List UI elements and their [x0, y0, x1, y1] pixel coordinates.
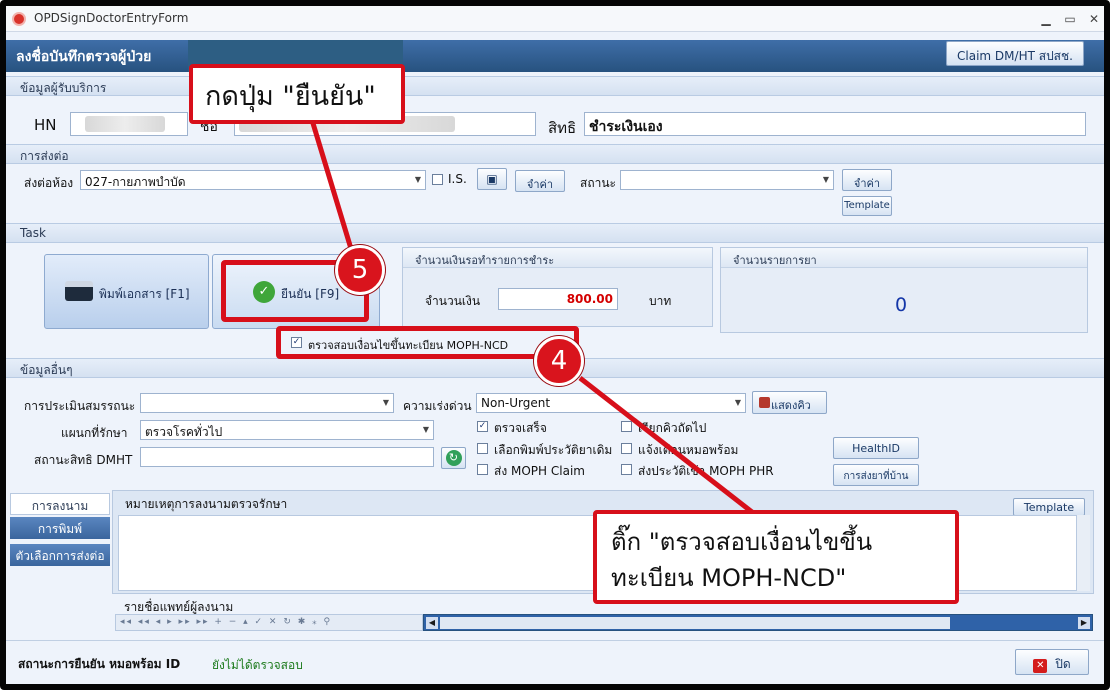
chevron-down-icon: ▼ [734, 398, 741, 407]
dept-label: แผนกที่รักษา [61, 426, 128, 440]
refresh-dmht-button[interactable]: ↻ [441, 447, 466, 469]
patient-section-header: ข้อมูลผู้รับบริการ [6, 76, 1104, 96]
send-moph-phr-checkbox[interactable] [621, 464, 632, 475]
task-section-header: Task [6, 223, 1104, 243]
window-title: OPDSignDoctorEntryForm [34, 11, 189, 25]
referral-template-button[interactable]: Template [842, 196, 892, 216]
close-window-button[interactable]: ✕ [1084, 9, 1104, 29]
step5-instruction: กดปุ่ม "ยืนยัน" [189, 64, 405, 124]
drug-panel-title: จำนวนรายการยา [721, 248, 1087, 268]
check-done-checkbox[interactable]: ✓ [477, 421, 488, 432]
show-queue-label: แสดงคิว [771, 399, 811, 412]
check-done-label: ตรวจเสร็จ [494, 421, 547, 435]
call-next-queue-label: เรียกคิวถัดไป [638, 421, 707, 435]
document-search-icon: ▣ [486, 172, 498, 186]
send-moph-claim-label: ส่ง MOPH Claim [494, 464, 585, 478]
assessment-select[interactable]: ▼ [140, 393, 394, 413]
chevron-down-icon: ▼ [382, 398, 389, 407]
hn-field[interactable] [70, 112, 188, 136]
notes-scrollbar[interactable] [1076, 515, 1090, 591]
print-button-label: พิมพ์เอกสาร [F1] [99, 287, 190, 301]
tab-referral-options[interactable]: ตัวเลือกการส่งต่อ [10, 544, 110, 566]
payment-panel: จำนวนเงินรอทำรายการชำระ จำนวนเงิน 800.00… [402, 247, 713, 327]
doctor-grid-hscrollbar[interactable]: ◀ ▶ [423, 614, 1093, 631]
step4-line1: ติ๊ก "ตรวจสอบเงื่อนไขขึ้น [611, 528, 873, 556]
room-value: 027-กายภาพบำบัด [85, 175, 186, 189]
step4-instruction: ติ๊ก "ตรวจสอบเงื่อนไขขึ้น ทะเบียน MOPH-N… [593, 510, 959, 604]
print-documents-button[interactable]: พิมพ์เอกสาร [F1] [44, 254, 209, 329]
right-label: สิทธิ [548, 119, 577, 137]
minimize-button[interactable]: ▁ [1036, 9, 1056, 29]
refresh-icon: ↻ [445, 450, 462, 466]
hn-redacted [85, 116, 165, 132]
status-bar: สถานะการยืนยัน หมอพร้อม ID ยังไม่ได้ตรวจ… [6, 640, 1104, 684]
urgency-select[interactable]: Non-Urgent ▼ [476, 393, 746, 413]
is-label: I.S. [448, 172, 467, 186]
amount-label: จำนวนเงิน [425, 294, 481, 308]
tab-signing[interactable]: การลงนาม [10, 493, 110, 515]
send-moph-claim-checkbox[interactable] [477, 464, 488, 475]
drug-count-panel: จำนวนรายการยา 0 [720, 247, 1088, 333]
step4-line2: ทะเบียน MOPH-NCD" [611, 564, 847, 592]
show-queue-button[interactable]: แสดงคิว [752, 391, 827, 414]
notes-template-button[interactable]: Template [1013, 498, 1085, 516]
notes-label: หมายเหตุการลงนามตรวจรักษา [125, 497, 288, 511]
referral-section-header: การส่งต่อ [6, 144, 1104, 164]
tab-printing[interactable]: การพิมพ์ [10, 517, 110, 539]
close-icon: ✕ [1033, 659, 1048, 673]
page-title: ลงชื่อบันทึกตรวจผู้ป่วย [16, 49, 152, 65]
chevron-down-icon: ▼ [822, 175, 829, 184]
claim-dmht-button[interactable]: Claim DM/HT สปสช. [946, 41, 1084, 66]
ncd-highlight-box [276, 326, 579, 359]
urgency-value: Non-Urgent [481, 396, 551, 410]
amount-field: 800.00 [498, 288, 618, 310]
drug-count-value: 0 [895, 294, 908, 316]
dept-select[interactable]: ตรวจโรคทั่วไป ▼ [140, 420, 434, 440]
chevron-down-icon: ▼ [414, 175, 421, 184]
payment-panel-title: จำนวนเงินรอทำรายการชำระ [403, 248, 712, 268]
app-icon [12, 12, 26, 26]
step5-badge: 5 [335, 245, 385, 295]
printer-icon [65, 281, 93, 301]
scroll-right-icon[interactable]: ▶ [1078, 617, 1090, 629]
close-form-label: ปิด [1055, 657, 1071, 671]
room-label: ส่งต่อห้อง [24, 176, 74, 190]
urgency-label: ความเร่งด่วน [403, 399, 472, 413]
currency-label: บาท [649, 294, 672, 308]
remember-room-button[interactable]: จำค่า [515, 170, 565, 192]
step4-badge: 4 [534, 336, 584, 386]
people-icon [759, 397, 770, 408]
mohpromt-status-value: ยังไม่ได้ตรวจสอบ [212, 658, 303, 672]
notify-mohpromt-checkbox[interactable] [621, 443, 632, 454]
close-form-button[interactable]: ✕ ปิด [1015, 649, 1089, 675]
room-select[interactable]: 027-กายภาพบำบัด ▼ [80, 170, 426, 190]
hn-label: HN [34, 116, 57, 134]
send-moph-phr-label: ส่งประวัติเข้า MOPH PHR [638, 464, 774, 478]
status-label: สถานะ [580, 176, 616, 190]
home-drug-delivery-button[interactable]: การส่งยาที่บ้าน [833, 464, 919, 486]
print-drug-history-checkbox[interactable] [477, 443, 488, 454]
dept-value: ตรวจโรคทั่วไป [145, 425, 223, 439]
remember-status-button[interactable]: จำค่า [842, 169, 892, 191]
is-checkbox[interactable] [432, 174, 443, 185]
scroll-left-icon[interactable]: ◀ [426, 617, 438, 629]
notify-mohpromt-label: แจ้งเตือนหมอพร้อม [638, 443, 739, 457]
dmht-label: สถานะสิทธิ DMHT [34, 453, 133, 467]
title-bar: OPDSignDoctorEntryForm ▁ ▭ ✕ [6, 6, 1104, 32]
scroll-thumb[interactable] [440, 617, 950, 629]
form-header: ลงชื่อบันทึกตรวจผู้ป่วย Claim DM/HT สปสช… [6, 40, 1104, 72]
right-field[interactable]: ชำระเงินเอง [584, 112, 1086, 136]
dmht-field [140, 447, 434, 467]
assessment-label: การประเมินสมรรถนะ [24, 399, 136, 413]
mohpromt-status-label: สถานะการยืนยัน หมอพร้อม ID [18, 657, 181, 671]
chevron-down-icon: ▼ [422, 425, 429, 434]
call-next-queue-checkbox[interactable] [621, 421, 632, 432]
doctor-grid-navigator[interactable]: ◂◂ ◂◂ ◂ ▸ ▸▸ ▸▸ + − ▴ ✓ ✕ ↻ ✱ ⁎ ⚲ [115, 614, 423, 631]
status-select[interactable]: ▼ [620, 170, 834, 190]
maximize-button[interactable]: ▭ [1060, 9, 1080, 29]
healthid-button[interactable]: HealthID [833, 437, 919, 459]
lookup-icon-button[interactable]: ▣ [477, 168, 507, 190]
print-drug-history-label: เลือกพิมพ์ประวัติยาเดิม [494, 443, 613, 457]
